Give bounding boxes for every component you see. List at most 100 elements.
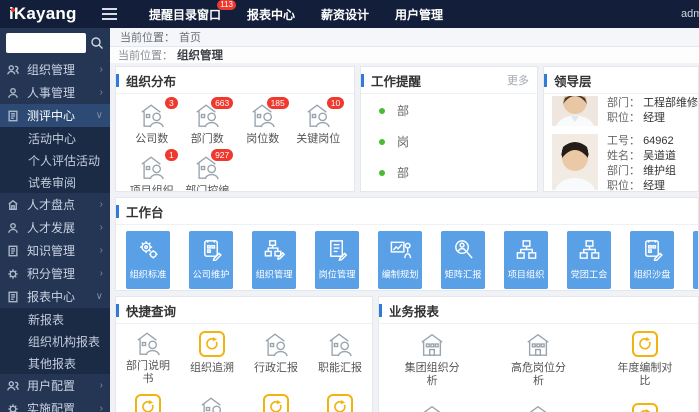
tile-project-org[interactable]: 项目组织 [504, 231, 548, 289]
biz-predefined-report[interactable]: 预定义 [485, 402, 591, 412]
sidebar-item-implementation-config[interactable]: 实施配置 › [0, 397, 110, 412]
building-person-icon [197, 395, 227, 412]
biz-high-risk-position-analysis[interactable]: 高危岗位分析 [485, 330, 591, 394]
reminder-list-item[interactable]: 部 [373, 164, 525, 181]
gear-icon [7, 268, 22, 280]
green-dot-icon [379, 107, 385, 114]
biz-annual-efficiency-analysis[interactable]: 年度人效分析 [379, 402, 485, 412]
stat-project-org[interactable]: 1 项目组织 [124, 149, 180, 191]
sidebar-item-talent-inventory[interactable]: 人才盘点 › [0, 193, 110, 216]
top-nav: 提醒目录窗口 113 报表中心 薪资设计 用户管理 [136, 0, 456, 28]
report-submenu: 新报表 组织机构报表 其他报表 [0, 308, 110, 374]
more-link[interactable]: 更多 [507, 72, 529, 88]
sidebar-item-user-config[interactable]: 用户配置 › [0, 374, 110, 397]
reminder-list-item[interactable]: 岗 [373, 133, 525, 150]
sidebar-subitem-new-report[interactable]: 新报表 [0, 308, 110, 330]
sidebar-item-org-management[interactable]: 组织管理 › [0, 58, 110, 81]
top-nav-salary-design[interactable]: 薪资设计 [308, 0, 382, 28]
gears-icon [137, 238, 160, 261]
biz-annual-staffing-comparison[interactable]: 年度编制对比 [592, 330, 698, 394]
quick-query-grid: 部门说明书 组织追溯 行政汇报 职能汇报 [116, 324, 372, 412]
biz-group-org-analysis[interactable]: 集团组织分析 [379, 330, 485, 394]
top-nav-report-center[interactable]: 报表中心 [234, 0, 308, 28]
building-person-icon [137, 102, 167, 128]
green-dot-icon [379, 138, 385, 145]
title-accent-bar [116, 204, 119, 218]
current-user[interactable]: admin [681, 0, 699, 28]
checklist-pencil-icon [200, 238, 223, 261]
main-content: 组织分布 3 公司数 663 部门数 185 岗位数 10 关键岗位 1 项目组… [110, 63, 699, 412]
chart-person-icon [389, 238, 412, 261]
sidebar-item-talent-development[interactable]: 人才发展 › [0, 216, 110, 239]
stat-department-count[interactable]: 663 部门数 [180, 97, 236, 146]
sidebar-subitem-activity-center[interactable]: 活动中心 [0, 127, 110, 149]
chevron-right-icon: › [99, 403, 103, 412]
tile-org-standard[interactable]: 组织标准 [126, 231, 170, 289]
sidebar-search [0, 28, 110, 58]
search-input[interactable] [6, 33, 86, 53]
workbench-card: 工作台 组织标准 公司维护 组织管理 岗位管理 编制规划 矩阵汇报 项目组织 党… [115, 197, 699, 291]
sidebar-subitem-personal-evaluation[interactable]: 个人评估活动 [0, 149, 110, 171]
sidebar-subitem-org-structure-report[interactable]: 组织机构报表 [0, 330, 110, 352]
qq-function-report[interactable]: 职能汇报 [308, 330, 372, 386]
tile-matrix-reporting[interactable]: 矩阵汇报 [441, 231, 485, 289]
qq-position-map[interactable]: 岗位图谱 [180, 394, 244, 412]
tile-company-maintenance[interactable]: 公司维护 [189, 231, 233, 289]
card-title: 领导层 [554, 74, 592, 89]
chevron-right-icon: › [99, 245, 103, 256]
qq-position-competency-model[interactable]: 岗位能力模型 [308, 394, 372, 412]
qq-position-development-channel[interactable]: 岗位发展通道 [244, 394, 308, 412]
chevron-right-icon: › [99, 222, 103, 233]
card-title: 快捷查询 [126, 304, 177, 319]
breadcrumb-prefix: 当前位置： [120, 32, 175, 44]
tile-org-management[interactable]: 组织管理 [252, 231, 296, 289]
sidebar-item-knowledge-management[interactable]: 知识管理 › [0, 239, 110, 262]
sidebar: 组织管理 › 人事管理 › 测评中心 ∨ 活动中心 个人评估活动 试卷审阅 人才… [0, 28, 110, 412]
qq-position-manual[interactable]: 岗位说明书 [116, 394, 180, 412]
count-badge: 927 [211, 149, 234, 161]
stat-position-count[interactable]: 185 岗位数 [235, 97, 291, 146]
title-accent-bar [544, 73, 547, 87]
menu-toggle-icon[interactable] [102, 8, 128, 20]
sidebar-subitem-other-report[interactable]: 其他报表 [0, 352, 110, 374]
building-icon [523, 403, 553, 412]
sidebar-item-report-center[interactable]: 报表中心 ∨ [0, 285, 110, 308]
tile-staffing-planning[interactable]: 编制规划 [378, 231, 422, 289]
qq-department-manual[interactable]: 部门说明书 [116, 330, 180, 386]
biz-predefined-report-2[interactable]: 预定义 [592, 402, 698, 412]
card-title: 组织分布 [126, 74, 177, 89]
refresh-icon [631, 331, 658, 357]
refresh-icon [135, 394, 161, 412]
count-badge: 1 [165, 149, 178, 161]
top-nav-user-management[interactable]: 用户管理 [382, 0, 456, 28]
stat-key-positions[interactable]: 10 关键岗位 [291, 97, 347, 146]
org-stats-grid: 3 公司数 663 部门数 185 岗位数 10 关键岗位 1 项目组织 927… [116, 94, 354, 191]
qq-admin-report[interactable]: 行政汇报 [244, 330, 308, 386]
tile-position-management[interactable]: 岗位管理 [315, 231, 359, 289]
qq-org-trace[interactable]: 组织追溯 [180, 330, 244, 386]
top-nav-reminder-directory[interactable]: 提醒目录窗口 113 [136, 0, 237, 28]
tile-party-union[interactable]: 党团工会 [567, 231, 611, 289]
reminder-list-item[interactable]: 部 [373, 102, 525, 119]
sidebar-item-hr-management[interactable]: 人事管理 › [0, 81, 110, 104]
sidebar-subitem-paper-review[interactable]: 试卷审阅 [0, 171, 110, 193]
breadcrumb-tab: 当前位置： 首页 [110, 28, 699, 47]
count-badge: 3 [165, 97, 178, 109]
person-icon [7, 222, 22, 234]
stat-department-staffing[interactable]: 927 部门控编 [180, 149, 236, 191]
sidebar-item-assessment-center[interactable]: 测评中心 ∨ [0, 104, 110, 127]
business-reports-grid: 集团组织分析 高危岗位分析 年度编制对比 年度人效分析 [379, 324, 698, 412]
reminder-list: 部 岗 部 [361, 94, 537, 191]
building-person-icon [137, 154, 167, 180]
leader-entry[interactable]: 工号： 64962 姓名： 吴道道 部门： 维护组 职位： 经理 [552, 134, 690, 191]
search-icon[interactable] [90, 36, 104, 50]
book-icon [7, 245, 22, 257]
leader-entry[interactable]: 部门： 工程部维修 职位： 经理 [552, 96, 698, 126]
tile-org-sandbox[interactable]: 组织沙盘 [630, 231, 674, 289]
app-logo[interactable]: iKayang [0, 4, 100, 24]
tile-partial[interactable] [693, 231, 698, 289]
title-accent-bar [361, 73, 364, 87]
stat-company-count[interactable]: 3 公司数 [124, 97, 180, 146]
breadcrumb-home-link[interactable]: 首页 [179, 29, 201, 45]
sidebar-item-points-management[interactable]: 积分管理 › [0, 262, 110, 285]
